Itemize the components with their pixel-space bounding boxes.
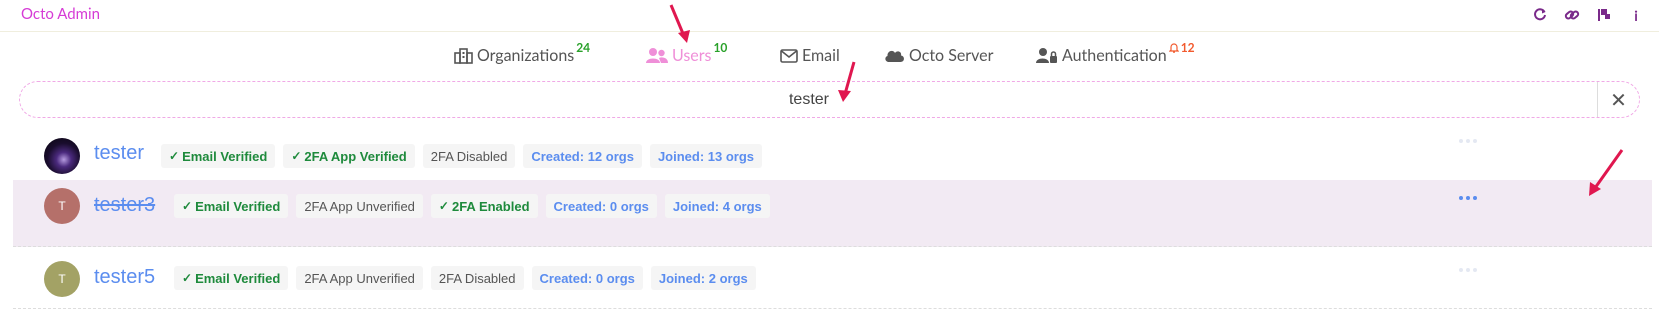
arrow-icon bbox=[838, 61, 856, 102]
arrow-icon bbox=[669, 4, 690, 43]
arrow-icon bbox=[1589, 149, 1624, 196]
annotation-arrows bbox=[669, 4, 1624, 196]
